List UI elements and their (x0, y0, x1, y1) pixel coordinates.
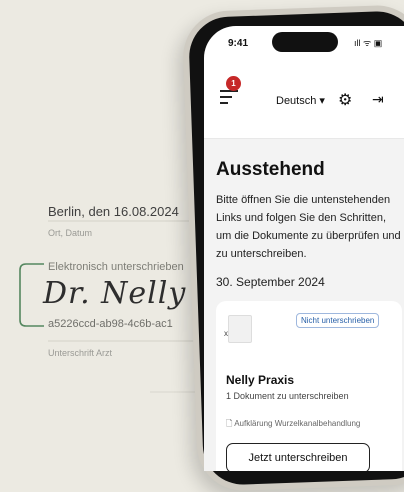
notification-badge: 1 (226, 76, 241, 91)
document-icon: x (224, 315, 252, 343)
status-time: 9:41 (228, 38, 249, 49)
status-badge: Nicht unterschrieben (296, 313, 380, 328)
place-date: Berlin, den 16.08.2024 (48, 204, 179, 219)
status-bar: 9:41 ıll ᯤ ▣ (204, 26, 404, 62)
file-icon: 🗋 (226, 419, 233, 428)
phone-screen: 9:41 ıll ᯤ ▣ 1 Deutsch ▾ ⚙ ⇥ Ausstehend … (204, 26, 404, 471)
file-link[interactable]: 🗋 Aufklärung Wurzelkanalbehandlung (226, 418, 360, 432)
language-select[interactable]: Deutsch ▾ (276, 94, 325, 107)
sign-now-button[interactable]: Jetzt unterschreiben (226, 443, 370, 471)
page-title: Ausstehend (216, 159, 325, 180)
practice-name: Nelly Praxis (226, 373, 295, 387)
signature-label: Unterschrift Arzt (48, 348, 113, 358)
main-content: Ausstehend Bitte öffnen Sie die untenste… (204, 139, 404, 471)
app-header: 1 Deutsch ▾ ⚙ ⇥ (204, 62, 404, 139)
gear-icon[interactable]: ⚙ (338, 90, 352, 110)
signature-hash: a5226ccd-ab98-4c6b-ac1 (48, 318, 173, 330)
system-icons: ıll ᯤ ▣ (354, 38, 383, 48)
logout-icon[interactable]: ⇥ (372, 91, 384, 108)
dynamic-island (272, 32, 338, 52)
intro-text: Bitte öffnen Sie die untenstehenden Link… (216, 194, 401, 260)
menu-icon[interactable] (220, 90, 238, 104)
file-name: Aufklärung Wurzelkanalbehandlung (234, 419, 361, 428)
document-count: 1 Dokument zu unterschreiben (226, 391, 349, 401)
handwritten-signature: Dr. Nelly (43, 276, 187, 311)
document-card: x Nicht unterschrieben Nelly Praxis 1 Do… (216, 301, 402, 471)
date-heading: 30. September 2024 (216, 275, 325, 289)
place-date-label: Ort, Datum (48, 228, 93, 238)
esignature-label: Elektronisch unterschrieben (48, 261, 184, 273)
